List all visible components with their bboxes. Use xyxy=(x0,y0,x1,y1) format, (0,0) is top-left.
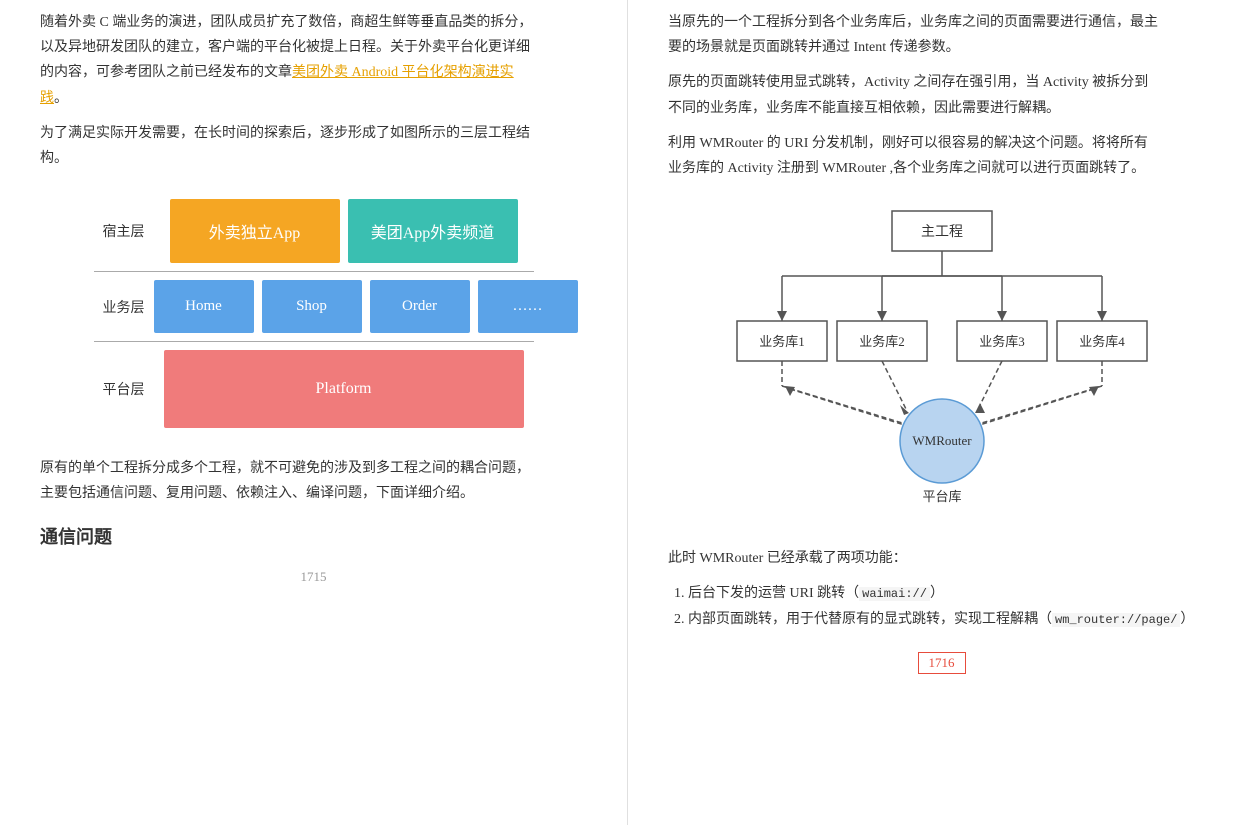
home-box: Home xyxy=(154,280,254,333)
business-layer-label: 业务层 xyxy=(94,297,154,317)
business-layer-content: Home Shop Order …… xyxy=(154,280,578,333)
uri-code-2: wm_router://page/ xyxy=(1052,613,1180,627)
platform-layer-row: 平台层 Platform xyxy=(94,342,534,436)
shop-box: Shop xyxy=(262,280,362,333)
feature-list: 后台下发的运营 URI 跳转（waimai://） 内部页面跳转，用于代替原有的… xyxy=(688,581,1215,631)
right-para3: 利用 WMRouter 的 URI 分发机制，刚好可以很容易的解决这个问题。将将… xyxy=(668,131,1215,181)
left-panel: 随着外卖 C 端业务的演进，团队成员扩充了数倍，商超生鲜等垂直品类的拆分， 以及… xyxy=(0,0,628,825)
wmrouter-diagram: 主工程 xyxy=(732,201,1152,526)
left-para1: 随着外卖 C 端业务的演进，团队成员扩充了数倍，商超生鲜等垂直品类的拆分， 以及… xyxy=(40,10,587,111)
diagram-svg: 主工程 xyxy=(732,201,1152,521)
svg-text:WMRouter: WMRouter xyxy=(912,433,972,448)
left-para3: 原有的单个工程拆分成多个工程，就不可避免的涉及到多工程之间的耦合问题， 主要包括… xyxy=(40,456,587,506)
feature-list-item-2: 内部页面跳转，用于代替原有的显式跳转，实现工程解耦（wm_router://pa… xyxy=(688,607,1215,632)
svg-text:平台库: 平台库 xyxy=(922,489,961,504)
right-para2: 原先的页面跳转使用显式跳转，Activity 之间存在强引用，当 Activit… xyxy=(668,70,1215,120)
uri-code-1: waimai:// xyxy=(859,587,930,601)
right-para4: 此时 WMRouter 已经承载了两项功能： xyxy=(668,546,1215,571)
svg-text:业务库4: 业务库4 xyxy=(1079,334,1125,349)
waimai-standalone-box: 外卖独立App xyxy=(170,199,340,263)
svg-text:业务库3: 业务库3 xyxy=(979,334,1025,349)
host-layer-content: 外卖独立App 美团App外卖频道 xyxy=(154,199,534,263)
svg-text:业务库1: 业务库1 xyxy=(759,334,805,349)
platform-layer-label: 平台层 xyxy=(94,379,154,399)
platform-box: Platform xyxy=(164,350,524,428)
host-layer-row: 宿主层 外卖独立App 美团App外卖频道 xyxy=(94,191,534,272)
platform-layer-content: Platform xyxy=(154,350,534,428)
architecture-diagram: 宿主层 外卖独立App 美团App外卖频道 业务层 Home Shop Orde… xyxy=(94,191,534,436)
feature-list-item-1: 后台下发的运营 URI 跳转（waimai://） xyxy=(688,581,1215,606)
svg-text:业务库2: 业务库2 xyxy=(859,334,905,349)
right-para1: 当原先的一个工程拆分到各个业务库后，业务库之间的页面需要进行通信，最主 要的场景… xyxy=(668,10,1215,60)
order-box: Order xyxy=(370,280,470,333)
right-page-number: 1716 xyxy=(918,652,966,674)
ellipsis-box: …… xyxy=(478,280,578,333)
host-layer-label: 宿主层 xyxy=(94,221,154,241)
right-page-number-container: 1716 xyxy=(668,652,1215,674)
left-para2: 为了满足实际开发需要，在长时间的探索后，逐步形成了如图所示的三层工程结 构。 xyxy=(40,121,587,171)
page-container: 随着外卖 C 端业务的演进，团队成员扩充了数倍，商超生鲜等垂直品类的拆分， 以及… xyxy=(0,0,1255,825)
communication-section-title: 通信问题 xyxy=(40,523,587,549)
svg-text:主工程: 主工程 xyxy=(921,224,963,240)
business-layer-row: 业务层 Home Shop Order …… xyxy=(94,272,534,342)
meituan-channel-box: 美团App外卖频道 xyxy=(348,199,518,263)
left-page-number: 1715 xyxy=(40,569,587,585)
right-panel: 当原先的一个工程拆分到各个业务库后，业务库之间的页面需要进行通信，最主 要的场景… xyxy=(628,0,1255,825)
